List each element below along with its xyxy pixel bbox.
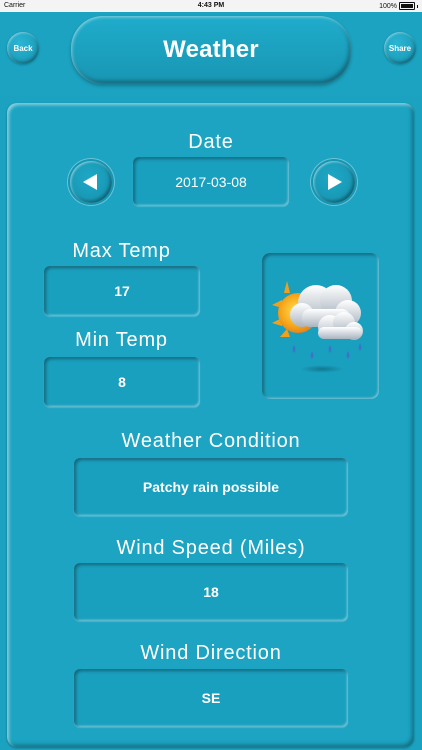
right-arrow-icon bbox=[328, 174, 342, 190]
status-bar: Carrier 4:43 PM 100% bbox=[0, 0, 422, 12]
wind-direction-field: SE bbox=[74, 669, 348, 727]
previous-date-button[interactable] bbox=[70, 161, 112, 203]
wind-speed-field: 18 bbox=[74, 563, 348, 621]
condition-label: Weather Condition bbox=[121, 430, 301, 452]
page-title: Weather bbox=[71, 16, 351, 84]
battery-indicator: 100% bbox=[379, 2, 418, 10]
share-button[interactable]: Share bbox=[384, 32, 416, 64]
header: Back Weather Share bbox=[0, 12, 422, 96]
cloud-sun-rain-icon bbox=[272, 281, 363, 373]
wind-speed-label: Wind Speed (Miles) bbox=[116, 537, 306, 559]
left-arrow-icon bbox=[83, 174, 97, 190]
max-temp-label: Max Temp bbox=[72, 240, 171, 262]
date-field: 2017-03-08 bbox=[133, 157, 289, 206]
battery-icon bbox=[399, 2, 415, 10]
battery-percent: 100% bbox=[379, 2, 397, 10]
wind-direction-label: Wind Direction bbox=[140, 642, 282, 664]
back-button[interactable]: Back bbox=[7, 32, 39, 64]
max-temp-field: 17 bbox=[44, 266, 200, 316]
date-label: Date bbox=[188, 131, 234, 153]
status-time: 4:43 PM bbox=[197, 2, 225, 9]
weather-icon-box bbox=[262, 253, 379, 399]
min-temp-label: Min Temp bbox=[75, 329, 168, 351]
condition-field: Patchy rain possible bbox=[74, 458, 348, 516]
min-temp-field: 8 bbox=[44, 357, 200, 407]
next-date-button[interactable] bbox=[313, 161, 355, 203]
